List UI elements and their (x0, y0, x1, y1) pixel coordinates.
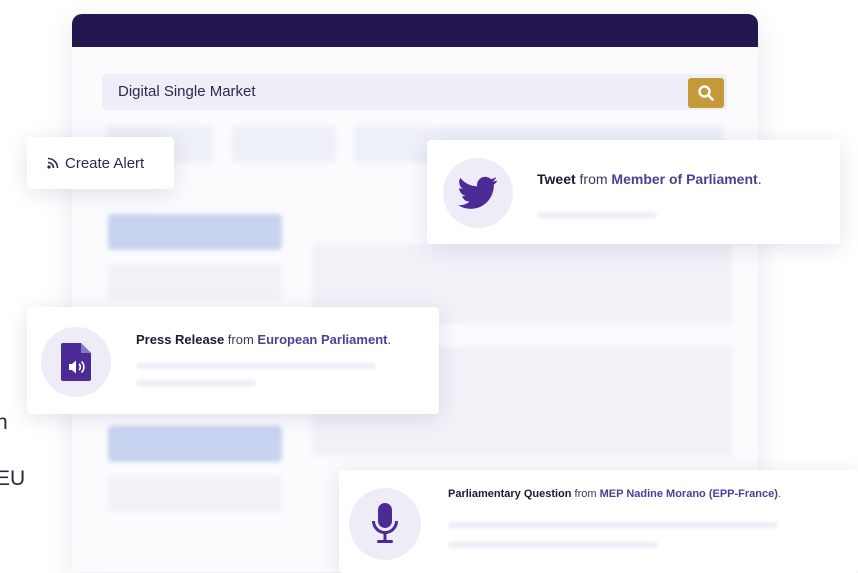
press-release-notification-card: Press Release from European Parliament. (27, 307, 439, 414)
question-text-placeholder (448, 522, 778, 528)
twitter-bird-icon (458, 176, 498, 209)
filter-chip-placeholder (232, 126, 336, 162)
list-item-placeholder (108, 214, 282, 250)
press-text-placeholder (136, 380, 256, 386)
question-icon-circle (349, 488, 421, 560)
tweet-caption: Tweet from Member of Parliament. (537, 171, 762, 187)
tweet-type: Tweet (537, 171, 576, 187)
microphone-icon (372, 503, 398, 543)
search-query: Digital Single Market (118, 83, 256, 100)
press-caption: Press Release from European Parliament. (136, 332, 391, 347)
tweet-end: . (757, 171, 762, 187)
press-icon-circle (41, 327, 111, 397)
background-text-fragment-2: EU (0, 467, 26, 490)
tweet-notification-card: Tweet from Member of Parliament. (427, 140, 840, 244)
press-source-link[interactable]: European Parliament (257, 332, 387, 347)
tweet-icon-circle (443, 158, 513, 228)
list-item-placeholder (108, 264, 282, 300)
press-type: Press Release (136, 332, 225, 347)
question-source-link[interactable]: MEP Nadine Morano (EPP-France) (600, 488, 778, 500)
press-text-placeholder (136, 363, 376, 369)
tweet-text-placeholder (537, 212, 657, 218)
question-from: from (571, 488, 600, 500)
question-end: . (777, 488, 781, 500)
search-button[interactable] (688, 78, 724, 108)
window-header-bar (72, 14, 758, 47)
search-input[interactable]: Digital Single Market (102, 74, 727, 110)
create-alert-label: Create Alert (65, 154, 145, 172)
question-text-placeholder (448, 542, 658, 548)
create-alert-button[interactable]: Create Alert (27, 137, 174, 189)
background-text-fragment-1: h (0, 411, 8, 434)
press-from: from (224, 332, 258, 347)
parliamentary-question-card: Parliamentary Question from MEP Nadine M… (339, 470, 858, 573)
question-caption: Parliamentary Question from MEP Nadine M… (448, 488, 781, 500)
list-item-placeholder (108, 476, 282, 512)
search-icon (698, 85, 714, 101)
press-end: . (387, 332, 392, 347)
rss-icon (47, 157, 59, 169)
question-type: Parliamentary Question (448, 488, 572, 500)
audio-document-icon (61, 343, 91, 381)
tweet-from: from (575, 171, 612, 187)
tweet-source-link[interactable]: Member of Parliament (611, 171, 757, 187)
list-item-placeholder (108, 426, 282, 462)
